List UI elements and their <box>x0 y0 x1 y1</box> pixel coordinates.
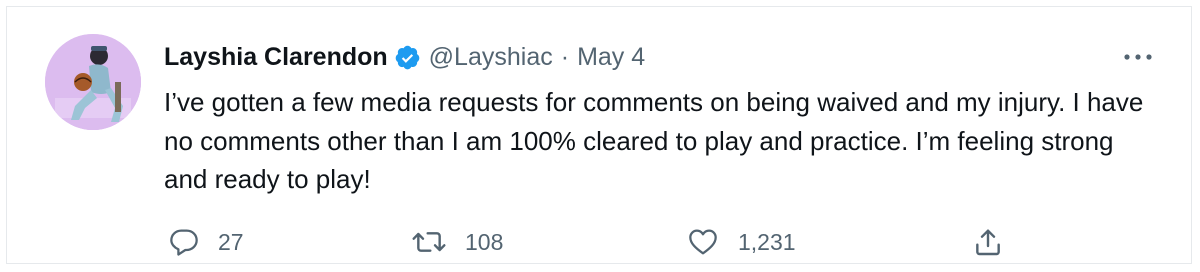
reply-button[interactable]: 27 <box>168 224 244 260</box>
tweet-header: Layshia Clarendon @Layshiac · May 4 <box>164 39 645 75</box>
tweet-text: I’ve gotten a few media requests for com… <box>164 87 1144 194</box>
avatar-photo <box>45 34 141 130</box>
avatar[interactable] <box>45 34 141 130</box>
retweet-button[interactable]: 108 <box>411 224 503 260</box>
tweet-actions: 27 108 1,231 <box>164 224 1024 260</box>
retweet-count: 108 <box>465 228 504 255</box>
header-separator: · <box>560 42 570 71</box>
like-button[interactable]: 1,231 <box>686 224 796 260</box>
author-name[interactable]: Layshia Clarendon <box>164 43 388 72</box>
author-handle[interactable]: @Layshiac <box>429 43 553 72</box>
heart-icon <box>689 229 717 255</box>
retweet-arrows-icon <box>412 232 446 252</box>
more-dots-icon[interactable] <box>1119 45 1157 69</box>
share-upload-icon <box>976 229 1000 256</box>
share-button[interactable] <box>972 224 1004 260</box>
like-count: 1,231 <box>738 228 796 255</box>
tweet-card[interactable]: Layshia Clarendon @Layshiac · May 4 I’ve… <box>6 6 1192 264</box>
reply-bubble-icon <box>170 229 198 256</box>
tweet-date[interactable]: May 4 <box>577 43 645 72</box>
verified-badge-icon <box>394 44 421 71</box>
reply-count: 27 <box>218 228 244 255</box>
